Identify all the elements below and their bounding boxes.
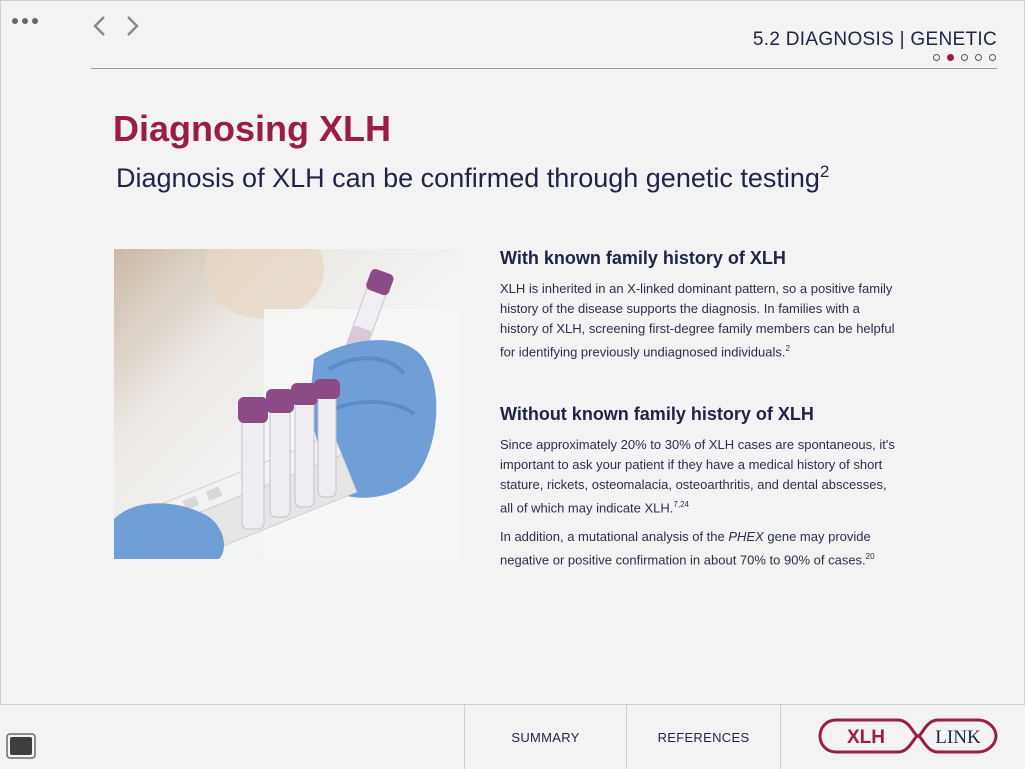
logo-link-text: LINK bbox=[935, 727, 981, 748]
page-dot[interactable] bbox=[989, 54, 996, 61]
references-button[interactable]: REFERENCES bbox=[627, 705, 780, 769]
more-menu-icon[interactable] bbox=[12, 18, 38, 24]
page-dot[interactable] bbox=[975, 54, 982, 61]
summary-button[interactable]: SUMMARY bbox=[465, 705, 626, 769]
unknown-history-text: Since approximately 20% to 30% of XLH ca… bbox=[500, 437, 895, 516]
section-title: 5.2 DIAGNOSIS | GENETIC bbox=[752, 29, 997, 50]
header-divider bbox=[91, 68, 997, 69]
back-arrow-icon[interactable] bbox=[89, 14, 111, 38]
unknown-history-section: Without known family history of XLH Sinc… bbox=[500, 404, 900, 580]
screen-icon[interactable] bbox=[6, 733, 36, 759]
known-history-text: XLH is inherited in an X-linked dominant… bbox=[500, 281, 895, 360]
mutational-analysis-text: In addition, a mutational analysis of th… bbox=[500, 529, 875, 568]
page-title: Diagnosing XLH bbox=[113, 108, 391, 149]
page-dot[interactable] bbox=[961, 54, 968, 61]
known-history-section: With known family history of XLH XLH is … bbox=[500, 248, 900, 371]
logo-xlh-text: XLH bbox=[847, 727, 885, 748]
page-subtitle: Diagnosis of XLH can be confirmed throug… bbox=[116, 162, 830, 193]
page-dot[interactable] bbox=[933, 54, 940, 61]
xlh-link-logo[interactable]: XLH LINK bbox=[818, 718, 998, 754]
known-history-heading: With known family history of XLH bbox=[500, 248, 786, 268]
page-dot-active[interactable] bbox=[947, 54, 954, 61]
forward-arrow-icon[interactable] bbox=[121, 14, 143, 38]
page-indicator[interactable] bbox=[933, 54, 996, 61]
lab-test-tubes-photo bbox=[114, 249, 459, 559]
unknown-history-heading: Without known family history of XLH bbox=[500, 404, 814, 424]
